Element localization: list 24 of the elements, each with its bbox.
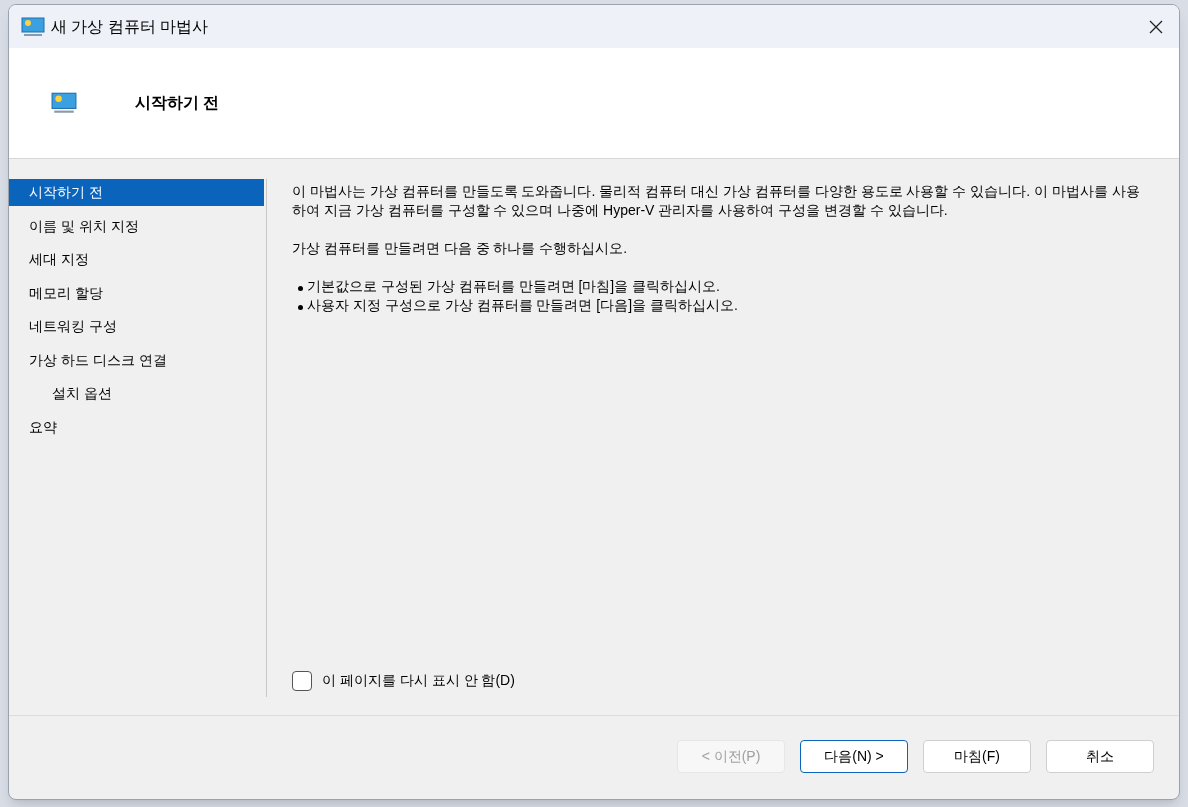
bullet-icon — [298, 286, 303, 291]
page-heading: 시작하기 전 — [135, 93, 220, 113]
monitor-icon — [21, 16, 45, 37]
sidebar-item[interactable]: 가상 하드 디스크 연결 — [9, 346, 264, 374]
wizard-button[interactable]: 취소 — [1046, 740, 1154, 773]
description-text: 이 마법사는 가상 컴퓨터를 만들도록 도와줍니다. 물리적 컴퓨터 대신 가상 컴퓨터를 다양한 용도로 사용할 수 있습니다. 이 마법사를 사용하여 지금 가상 컴퓨터를 구성할 수 있으며 나중에 Hyper-V 관리자를 사용하여 구성을 변경할 수 있습니다. — [292, 182, 1141, 220]
bullet-text: 기본값으로 구성된 가상 컴퓨터를 만들려면 [마침]을 클릭하십시오. — [307, 277, 720, 296]
bullet-icon — [298, 305, 303, 310]
checkbox[interactable] — [292, 670, 312, 691]
sidebar-item[interactable]: 이름 및 위치 지정 — [9, 212, 264, 240]
sidebar-item[interactable]: 요약 — [9, 413, 264, 441]
monitor-icon — [51, 92, 77, 114]
sidebar-item[interactable]: 메모리 할당 — [9, 279, 264, 307]
sidebar-item[interactable]: 세대 지정 — [9, 246, 264, 273]
description-text: 가상 컴퓨터를 만들려면 다음 중 하나를 수행하십시오. — [292, 239, 629, 258]
window-title: 새 가상 컴퓨터 마법사 — [51, 16, 209, 37]
close-icon — [1149, 19, 1163, 34]
sidebar-item[interactable]: 설치 옵션 — [9, 380, 264, 407]
bullet-text: 사용자 지정 구성으로 가상 컴퓨터를 만들려면 [다음]을 클릭하십시오. — [307, 296, 738, 315]
checkbox-label: 이 페이지를 다시 표시 안 함(D) — [322, 671, 515, 690]
sidebar-item[interactable]: 네트워킹 구성 — [9, 313, 264, 340]
sidebar-item[interactable]: 시작하기 전 — [9, 179, 264, 206]
wizard-button[interactable]: 마침(F) — [923, 740, 1031, 773]
wizard-button[interactable]: 다음(N) > — [800, 740, 908, 773]
